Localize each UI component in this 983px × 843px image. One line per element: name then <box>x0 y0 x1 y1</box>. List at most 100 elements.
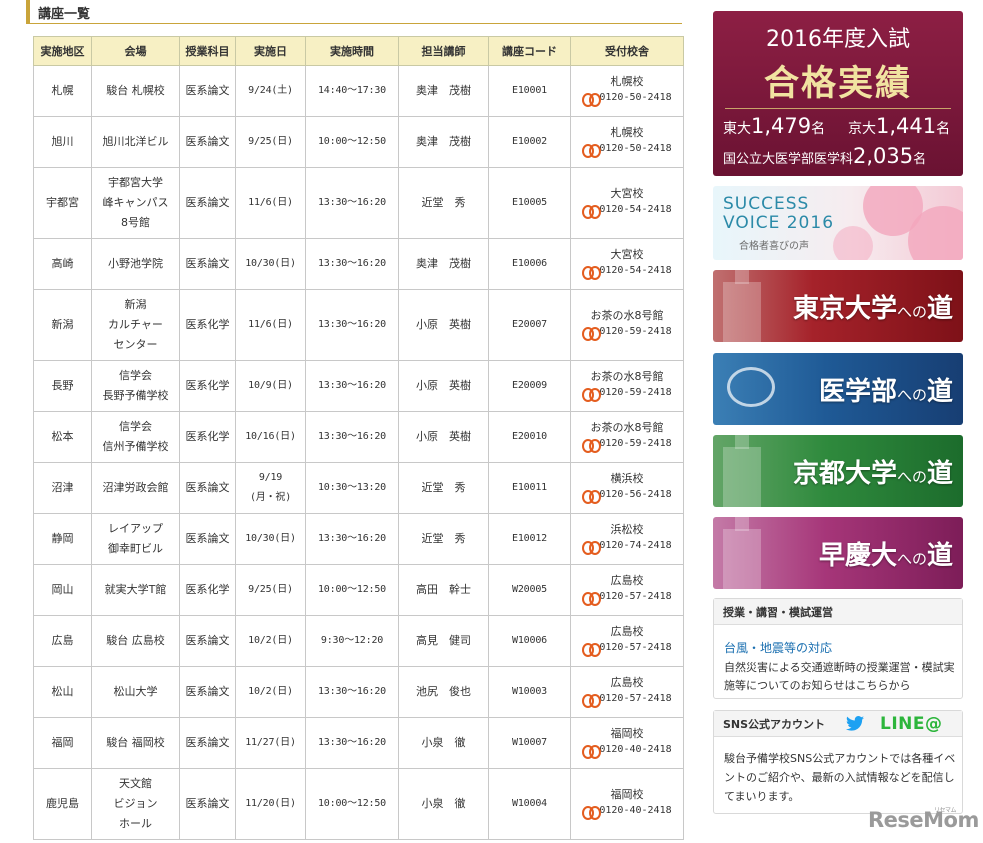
sns-box-text: 駿台予備学校SNS公式アカウントでは各種イベントのご紹介や、最新の入試情報などを… <box>724 752 956 803</box>
cell-code: E10012 <box>488 513 571 565</box>
cell-venue-line: 就実大学T館 <box>104 583 167 596</box>
cell-venue-line: 駿台 広島校 <box>106 634 165 647</box>
header-time: 実施時間 <box>305 36 399 66</box>
cell-area: 新潟 <box>33 289 92 361</box>
free-dial[interactable]: 0120-40-2418 <box>582 803 672 820</box>
cell-teacher: 高見 健司 <box>398 615 489 667</box>
free-dial[interactable]: 0120-57-2418 <box>582 589 672 606</box>
cell-time: 13:30〜16:20 <box>305 289 399 361</box>
cell-time: 13:30〜16:20 <box>305 360 399 412</box>
header-date: 実施日 <box>235 36 306 66</box>
cell-date: 9/24(土) <box>235 65 306 117</box>
cell-school: 福岡校 0120-40-2418 <box>570 768 684 840</box>
cell-code: W10003 <box>488 666 571 718</box>
cell-date-line: 10/30(日) <box>245 533 296 544</box>
cell-date-line: (月・祝) <box>249 492 292 503</box>
free-dial[interactable]: 0120-50-2418 <box>582 90 672 107</box>
todai-unit: 名 <box>811 121 826 137</box>
tokyo-univ-banner[interactable]: 東京大学への道 <box>713 270 963 342</box>
phone-number: 0120-57-2418 <box>599 693 672 704</box>
tokyo-banner-title: 東京大学への道 <box>793 288 953 325</box>
sns-box: SNS公式アカウント LINE@ 駿台予備学校SNS公式アカウントでは各種イベン… <box>713 710 963 814</box>
cell-venue: 天文館 ビジョン ホール <box>91 768 180 840</box>
voice-caption: 合格者喜びの声 <box>739 241 809 252</box>
cell-teacher: 小泉 徹 <box>398 768 489 840</box>
cell-date-line: 10/16(日) <box>245 431 296 442</box>
cell-date-line: 9/25(日) <box>248 584 293 595</box>
cell-time: 10:00〜12:50 <box>305 564 399 616</box>
cell-subject: 医系化学 <box>179 564 236 616</box>
free-dial[interactable]: 0120-59-2418 <box>582 436 672 453</box>
cell-subject: 医系論文 <box>179 238 236 290</box>
results-banner[interactable]: 2016年度入試 合格実績 東大1,479名 京大1,441名 国公立大医学部医… <box>713 11 963 176</box>
free-dial-icon <box>582 591 602 606</box>
cell-subject: 医系論文 <box>179 768 236 840</box>
free-dial-icon <box>582 438 602 453</box>
cell-teacher: 奥津 茂樹 <box>398 238 489 290</box>
table-row: 広島 駿台 広島校 医系論文 10/2(日) 9:30〜12:20 高見 健司 W10006… <box>33 615 684 667</box>
free-dial[interactable]: 0120-40-2418 <box>582 742 672 759</box>
phone-number: 0120-59-2418 <box>599 438 672 449</box>
free-dial[interactable]: 0120-59-2418 <box>582 324 672 341</box>
cell-venue: 就実大学T館 <box>91 564 180 616</box>
cell-subject: 医系化学 <box>179 289 236 361</box>
line-logo[interactable]: LINE@ <box>880 714 943 734</box>
cell-area: 福岡 <box>33 717 92 769</box>
cell-venue-line: 天文館 <box>119 777 152 790</box>
tokyo-banner-suffix: への <box>896 303 927 321</box>
free-dial[interactable]: 0120-56-2418 <box>582 487 672 504</box>
cell-code: W10006 <box>488 615 571 667</box>
free-dial[interactable]: 0120-50-2418 <box>582 141 672 158</box>
phone-number: 0120-74-2418 <box>599 540 672 551</box>
header-area: 実施地区 <box>33 36 92 66</box>
tokyo-banner-road: 道 <box>926 294 953 324</box>
cell-subject: 医系論文 <box>179 167 236 239</box>
waseda-keio-banner[interactable]: 早慶大への道 <box>713 517 963 589</box>
free-dial-icon <box>582 143 602 158</box>
cell-venue-line: 信学会 <box>119 420 152 433</box>
twitter-icon[interactable] <box>846 716 864 731</box>
building-icon <box>723 517 761 589</box>
cell-code: E20010 <box>488 411 571 463</box>
free-dial[interactable]: 0120-54-2418 <box>582 263 672 280</box>
table-row: 福岡 駿台 福岡校 医系論文 11/27(日) 13:30〜16:20 小泉 徹 W1000… <box>33 717 684 769</box>
disaster-response-link[interactable]: 台風・地震等の対応 <box>724 639 832 656</box>
free-dial[interactable]: 0120-57-2418 <box>582 691 672 708</box>
voice-line2: VOICE 2016 <box>723 213 835 233</box>
header-venue: 会場 <box>91 36 180 66</box>
table-row: 高崎 小野池学院 医系論文 10/30(日) 13:30〜16:20 奥津 茂樹 E1000… <box>33 238 684 290</box>
cell-time: 10:30〜13:20 <box>305 462 399 514</box>
cell-venue-line: 小野池学院 <box>108 257 163 270</box>
phone-number: 0120-50-2418 <box>599 143 672 154</box>
free-dial[interactable]: 0120-74-2418 <box>582 538 672 555</box>
cell-time: 10:00〜12:50 <box>305 768 399 840</box>
medical-unit: 名 <box>913 152 927 167</box>
cell-date: 9/25(日) <box>235 116 306 168</box>
kyodai-count: 1,441 <box>876 114 937 138</box>
free-dial[interactable]: 0120-59-2418 <box>582 385 672 402</box>
cell-area: 静岡 <box>33 513 92 565</box>
todai-label: 東大 <box>723 121 751 137</box>
cell-venue-line: 長野予備学校 <box>102 389 169 402</box>
waseda-banner-suffix: への <box>896 550 927 568</box>
free-dial[interactable]: 0120-54-2418 <box>582 202 672 219</box>
success-voice-banner[interactable]: SUCCESS VOICE 2016 合格者喜びの声 <box>713 186 963 260</box>
free-dial-icon <box>582 326 602 341</box>
watermark-subtext: リセマム <box>934 807 957 814</box>
free-dial[interactable]: 0120-57-2418 <box>582 640 672 657</box>
cell-venue: 沼津労政会館 <box>91 462 180 514</box>
free-dial-icon <box>582 744 602 759</box>
blossom-decoration <box>833 226 873 260</box>
table-row: 旭川 旭川北洋ビル 医系論文 9/25(日) 10:00〜12:50 奥津 茂樹 E1000… <box>33 116 684 168</box>
cell-school: お茶の水8号館 0120-59-2418 <box>570 360 684 412</box>
cell-subject: 医系化学 <box>179 411 236 463</box>
cell-date: 10/9(日) <box>235 360 306 412</box>
medical-school-banner[interactable]: 医学部への道 <box>713 353 963 425</box>
phone-number: 0120-56-2418 <box>599 489 672 500</box>
cell-date: 10/2(日) <box>235 615 306 667</box>
table-row: 沼津 沼津労政会館 医系論文 9/19 (月・祝) 10:30〜13:20 近堂 秀 E100… <box>33 462 684 514</box>
kyoto-univ-banner[interactable]: 京都大学への道 <box>713 435 963 507</box>
medical-label: 国公立大医学部医学科 <box>723 152 854 167</box>
cell-venue: 駿台 札幌校 <box>91 65 180 117</box>
cell-area: 宇都宮 <box>33 167 92 239</box>
